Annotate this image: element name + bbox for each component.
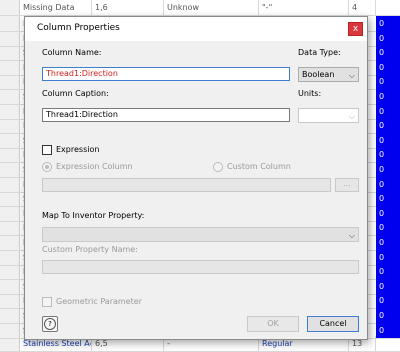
table-cell[interactable]: 0 bbox=[376, 30, 400, 46]
data-type-value: Boolean bbox=[302, 70, 335, 79]
dialog-title: Column Properties bbox=[37, 23, 120, 33]
table-cell[interactable]: Missing Data bbox=[20, 0, 92, 15]
custom-property-field[interactable] bbox=[42, 260, 359, 274]
table-cell[interactable]: 0 bbox=[376, 220, 400, 236]
expression-column-radio[interactable] bbox=[42, 162, 52, 172]
close-button[interactable]: x bbox=[348, 22, 363, 36]
geometric-parameter-checkbox[interactable] bbox=[42, 297, 52, 307]
table-cell[interactable]: 0 bbox=[376, 249, 400, 265]
table-cell[interactable]: 0 bbox=[376, 264, 400, 280]
expression-checkbox[interactable] bbox=[42, 145, 52, 155]
map-property-select[interactable]: ⌵ bbox=[42, 227, 359, 242]
browse-button[interactable]: ... bbox=[335, 178, 359, 192]
table-cell[interactable]: 1,6 bbox=[92, 0, 164, 15]
column-caption-label: Column Caption: bbox=[42, 89, 109, 98]
table-cell[interactable]: 4 bbox=[349, 0, 376, 15]
column-properties-dialog: Column Properties x Column Name: Thread1… bbox=[24, 16, 368, 340]
expression-column-label: Expression Column bbox=[56, 162, 133, 171]
custom-column-label: Custom Column bbox=[227, 162, 291, 171]
units-label: Units: bbox=[298, 89, 322, 98]
table-cell[interactable]: 0 bbox=[376, 74, 400, 90]
table-cell[interactable]: 0 bbox=[376, 89, 400, 104]
table-cell[interactable]: 0 bbox=[376, 162, 400, 177]
column-name-field[interactable]: Thread1:Direction bbox=[42, 67, 290, 81]
table-cell[interactable]: 0 bbox=[376, 45, 400, 61]
table-cell[interactable]: 0 bbox=[376, 118, 400, 134]
ok-button[interactable]: OK bbox=[247, 316, 299, 332]
custom-column-radio[interactable] bbox=[213, 162, 223, 172]
custom-property-label: Custom Property Name: bbox=[42, 245, 138, 254]
table-cell[interactable]: 0 bbox=[376, 278, 400, 294]
chevron-down-icon: ⌵ bbox=[348, 71, 355, 80]
chevron-down-icon: ⌵ bbox=[348, 112, 355, 121]
data-type-select[interactable]: Boolean ⌵ bbox=[298, 67, 359, 82]
table-row[interactable]: Missing Data 1,6 Unknow "-" 4 bbox=[0, 0, 400, 16]
table-cell[interactable]: 0 bbox=[376, 147, 400, 163]
table-cell[interactable]: Unknow bbox=[164, 0, 259, 15]
column-name-label: Column Name: bbox=[42, 48, 102, 57]
table-cell[interactable]: 0 bbox=[376, 176, 400, 192]
units-select[interactable]: ⌵ bbox=[298, 108, 359, 123]
table-cell[interactable]: "-" bbox=[259, 0, 349, 15]
table-cell[interactable]: 0 bbox=[376, 59, 400, 75]
cancel-button[interactable]: Cancel bbox=[307, 316, 359, 332]
table-cell[interactable]: 0 bbox=[376, 132, 400, 148]
help-button[interactable]: ? bbox=[42, 316, 58, 332]
help-icon: ? bbox=[44, 318, 56, 330]
column-caption-field[interactable]: Thread1:Direction bbox=[42, 108, 290, 122]
expression-field[interactable] bbox=[42, 178, 331, 192]
chevron-down-icon: ⌵ bbox=[348, 231, 355, 240]
title-bar[interactable]: Column Properties x bbox=[25, 17, 367, 41]
table-cell[interactable]: 0 bbox=[376, 205, 400, 221]
table-cell[interactable]: 0 bbox=[376, 308, 400, 323]
map-property-label: Map To Inventor Property: bbox=[42, 211, 145, 220]
table-cell[interactable]: 0 bbox=[376, 235, 400, 250]
geometric-parameter-label: Geometric Parameter bbox=[56, 297, 142, 306]
table-cell[interactable]: 0 bbox=[376, 191, 400, 207]
table-cell[interactable]: 0 bbox=[376, 16, 400, 31]
table-cell[interactable]: 0 bbox=[376, 293, 400, 309]
data-type-label: Data Type: bbox=[298, 48, 341, 57]
table-cell[interactable]: 0 bbox=[376, 103, 400, 119]
expression-label: Expression bbox=[56, 145, 100, 154]
